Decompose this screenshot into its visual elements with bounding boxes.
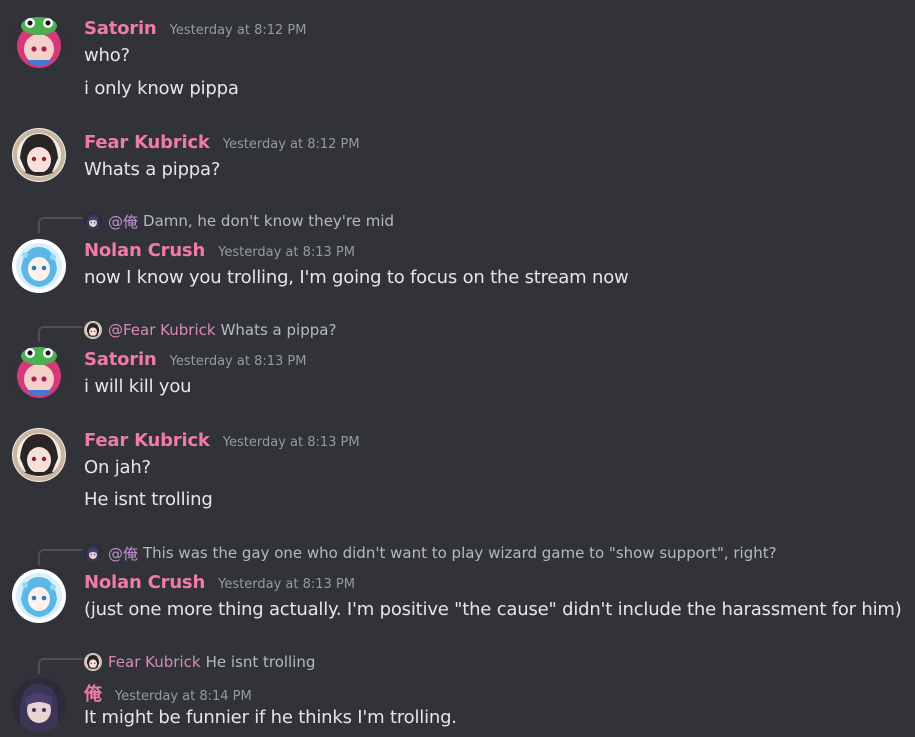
reply-spine <box>38 326 82 342</box>
timestamp: Yesterday at 8:13 PM <box>218 245 355 260</box>
reply-text: Whats a pippa? <box>220 321 337 339</box>
nolan-crush-avatar[interactable] <box>12 569 66 623</box>
reply-reference[interactable]: @俺 Damn, he don't know they're mid <box>84 211 394 231</box>
message[interactable]: Fear Kubrick Yesterday at 8:12 PM Whats … <box>0 120 915 200</box>
reply-reference[interactable]: @俺 This was the gay one who didn't want … <box>84 543 777 563</box>
username[interactable]: 俺 <box>84 684 102 705</box>
message-text: On jah? <box>84 457 151 478</box>
message-list[interactable]: Satorin Yesterday at 8:12 PM who? i only… <box>0 0 915 737</box>
reply-text: Damn, he don't know they're mid <box>143 212 395 230</box>
username[interactable]: Nolan Crush <box>84 572 205 593</box>
reply-avatar <box>84 321 102 339</box>
message-text: who? <box>84 45 130 66</box>
reply-text: This was the gay one who didn't want to … <box>143 544 777 562</box>
message-text: i will kill you <box>84 376 192 397</box>
timestamp: Yesterday at 8:13 PM <box>222 435 360 450</box>
message-text: (just one more thing actually. I'm posit… <box>84 599 902 620</box>
reply-mention[interactable]: @Fear Kubrick <box>108 321 216 339</box>
timestamp[interactable]: Yesterday at 8:12 PM <box>170 23 307 38</box>
reply-avatar <box>84 544 102 562</box>
message-text: now I know you trolling, I'm going to fo… <box>84 267 629 288</box>
message[interactable]: Satorin Yesterday at 8:12 PM who? i only… <box>0 0 915 110</box>
timestamp: Yesterday at 8:13 PM <box>169 354 307 369</box>
reply-mention[interactable]: Fear Kubrick <box>108 653 201 671</box>
reply-mention[interactable]: @俺 <box>108 543 138 564</box>
message[interactable]: Fear Kubrick He isnt trolling 俺 Yesterda… <box>0 648 915 737</box>
message[interactable]: @俺 This was the gay one who didn't want … <box>0 539 915 634</box>
username[interactable]: Satorin <box>84 18 157 39</box>
reply-avatar <box>84 212 102 230</box>
fear-kubrick-avatar[interactable] <box>12 128 66 182</box>
message[interactable]: @Fear Kubrick Whats a pippa? Satorin Yes… <box>0 316 915 411</box>
message-text: He isnt trolling <box>84 489 213 510</box>
reply-spine <box>38 217 82 233</box>
message[interactable]: @俺 Damn, he don't know they're mid Nolan… <box>0 207 915 302</box>
reply-mention[interactable]: @俺 <box>108 211 138 232</box>
timestamp: Yesterday at 8:12 PM <box>222 137 360 152</box>
reply-spine <box>38 549 82 565</box>
satorin-avatar[interactable] <box>12 346 66 400</box>
ore-avatar[interactable] <box>12 678 66 732</box>
username[interactable]: Satorin <box>84 349 157 370</box>
username[interactable]: Fear Kubrick <box>84 132 210 153</box>
message-text: It might be funnier if he thinks I'm tro… <box>84 707 457 728</box>
message-text: Whats a pippa? <box>84 159 221 180</box>
reply-spine <box>38 658 82 674</box>
reply-reference[interactable]: Fear Kubrick He isnt trolling <box>84 652 315 672</box>
username[interactable]: Fear Kubrick <box>84 430 210 451</box>
username[interactable]: Nolan Crush <box>84 240 205 261</box>
timestamp: Yesterday at 8:14 PM <box>114 689 252 704</box>
message-text: i only know pippa <box>84 78 239 99</box>
satorin-avatar[interactable] <box>12 16 66 70</box>
nolan-crush-avatar[interactable] <box>12 239 66 293</box>
reply-reference[interactable]: @Fear Kubrick Whats a pippa? <box>84 320 336 340</box>
timestamp: Yesterday at 8:13 PM <box>218 577 355 592</box>
reply-avatar <box>84 653 102 671</box>
message[interactable]: Fear Kubrick Yesterday at 8:13 PM On jah… <box>0 418 915 528</box>
fear-kubrick-avatar[interactable] <box>12 428 66 482</box>
reply-text: He isnt trolling <box>205 653 316 671</box>
